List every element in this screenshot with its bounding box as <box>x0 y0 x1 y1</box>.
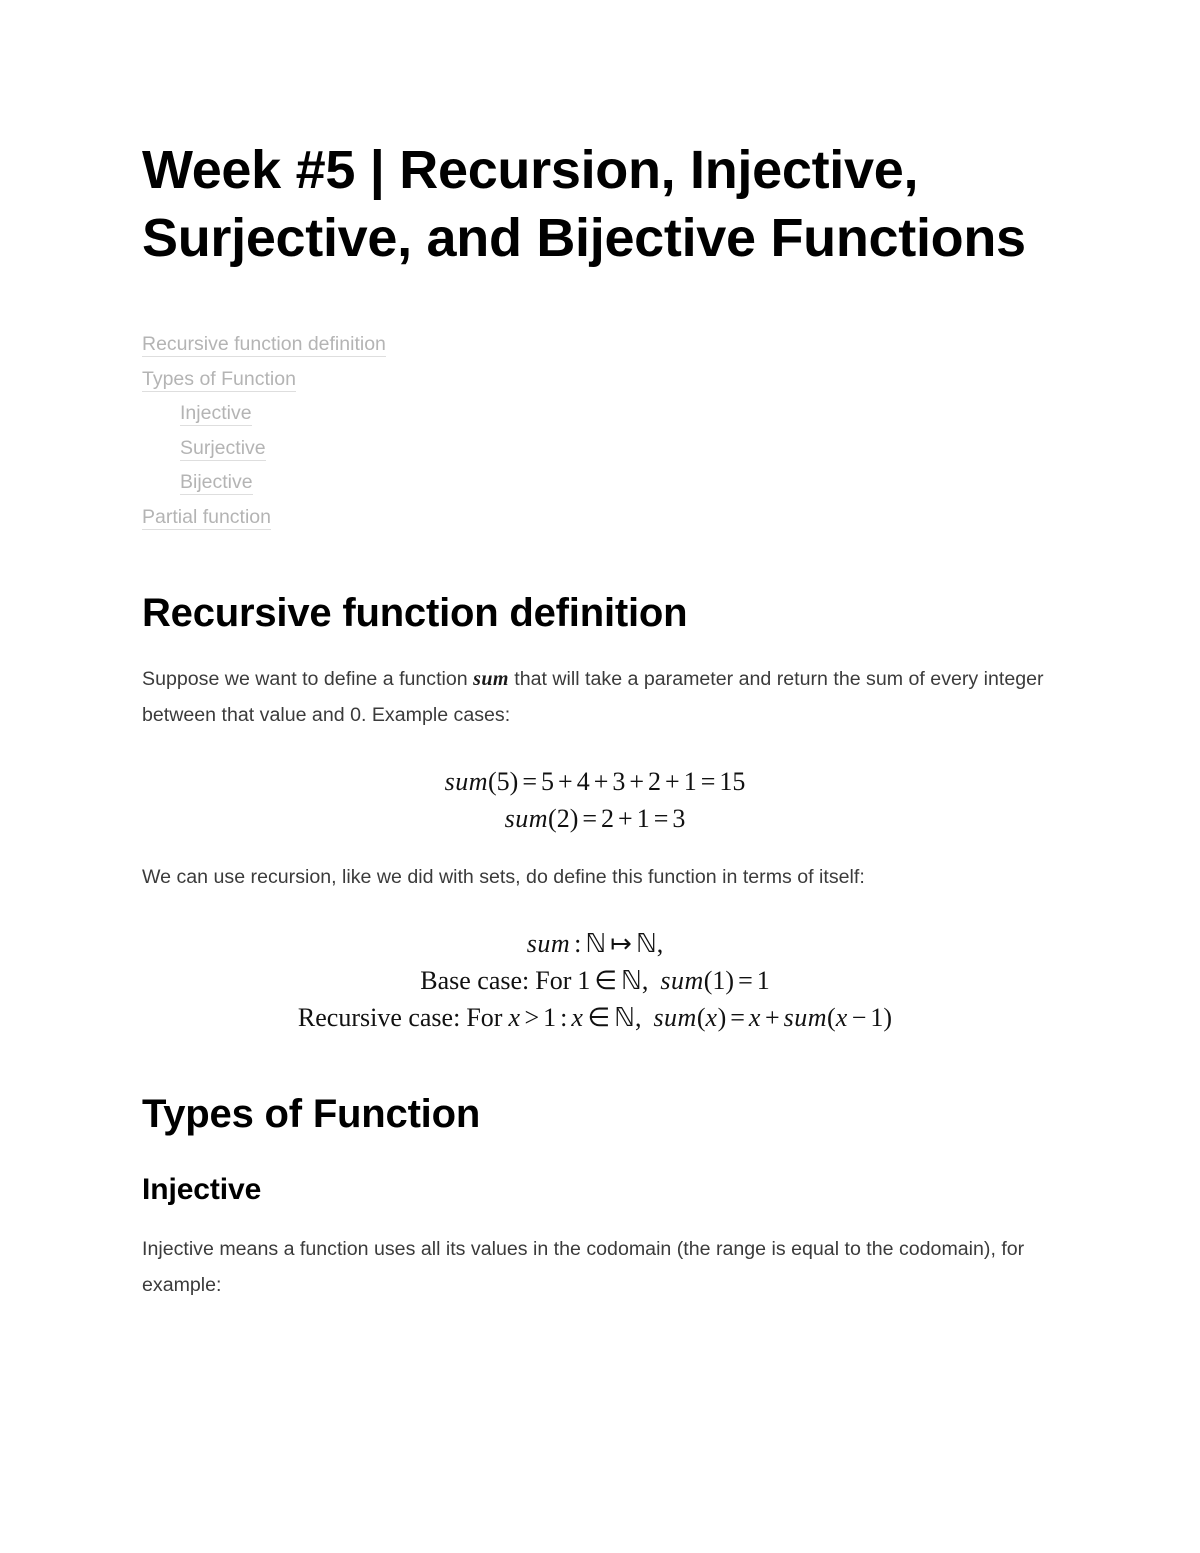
toc-item: Partial function <box>142 501 1048 536</box>
section-heading-types-of-function: Types of Function <box>142 1092 481 1137</box>
math-line-signature: sum: ℕ ↦ ℕ, <box>526 929 664 959</box>
math-block-example-cases: sum(5) = 5 +4 +3 +2 +1 = 15 sum(2) = 2 +1 = 3 <box>142 733 1048 837</box>
paragraph-injective-definition: Injective means a function uses all its … <box>142 1238 1025 1297</box>
toc-link-injective[interactable]: Injective <box>180 402 252 427</box>
toc-link-surjective[interactable]: Surjective <box>180 436 266 461</box>
document-content-column: Week #5 | Recursion, Injective, Surjecti… <box>142 0 1048 1303</box>
toc-link-partial-function[interactable]: Partial function <box>142 505 271 530</box>
math-block-recursive-definition: sum: ℕ ↦ ℕ, Base case: For 1 ∈ ℕ, sum(1) = 1 Recur… <box>142 895 1048 1036</box>
subsection-heading-injective: Injective <box>142 1173 262 1207</box>
page-title: Week #5 | Recursion, Injective, Surjecti… <box>142 140 1026 269</box>
table-of-contents: Recursive function definition Types of F… <box>142 328 1048 535</box>
toc-item: Bijective <box>142 466 1048 501</box>
toc-link-bijective[interactable]: Bijective <box>180 471 253 496</box>
paragraph-recursive-intro: Suppose we want to define a function sum… <box>142 639 1048 733</box>
toc-item: Surjective <box>142 432 1048 467</box>
toc-item: Injective <box>142 397 1048 432</box>
toc-link-types-of-function[interactable]: Types of Function <box>142 367 296 392</box>
document-page: Week #5 | Recursion, Injective, Surjecti… <box>0 0 1200 1553</box>
math-line-recursive-case: Recursive case: For x >1: x ∈ ℕ, sum(x) = x + sum(x… <box>297 1003 893 1033</box>
math-line-sum-of-5: sum(5) = 5 +4 +3 +2 +1 = 15 <box>444 767 746 797</box>
paragraph-recursion-explanation: We can use recursion, like we did with s… <box>142 866 865 889</box>
paragraph-text-before-math: Suppose we want to define a function <box>142 668 474 691</box>
math-line-sum-of-2: sum(2) = 2 +1 = 3 <box>504 804 686 834</box>
toc-item: Types of Function <box>142 363 1048 398</box>
toc-item: Recursive function definition <box>142 328 1048 363</box>
section-heading-recursive-function-definition: Recursive function definition <box>142 591 688 636</box>
inline-math-sum: sum <box>473 668 509 691</box>
toc-link-recursive-function-definition[interactable]: Recursive function definition <box>142 333 386 358</box>
math-line-base-case: Base case: For 1 ∈ ℕ, sum(1) = 1 <box>420 966 770 996</box>
